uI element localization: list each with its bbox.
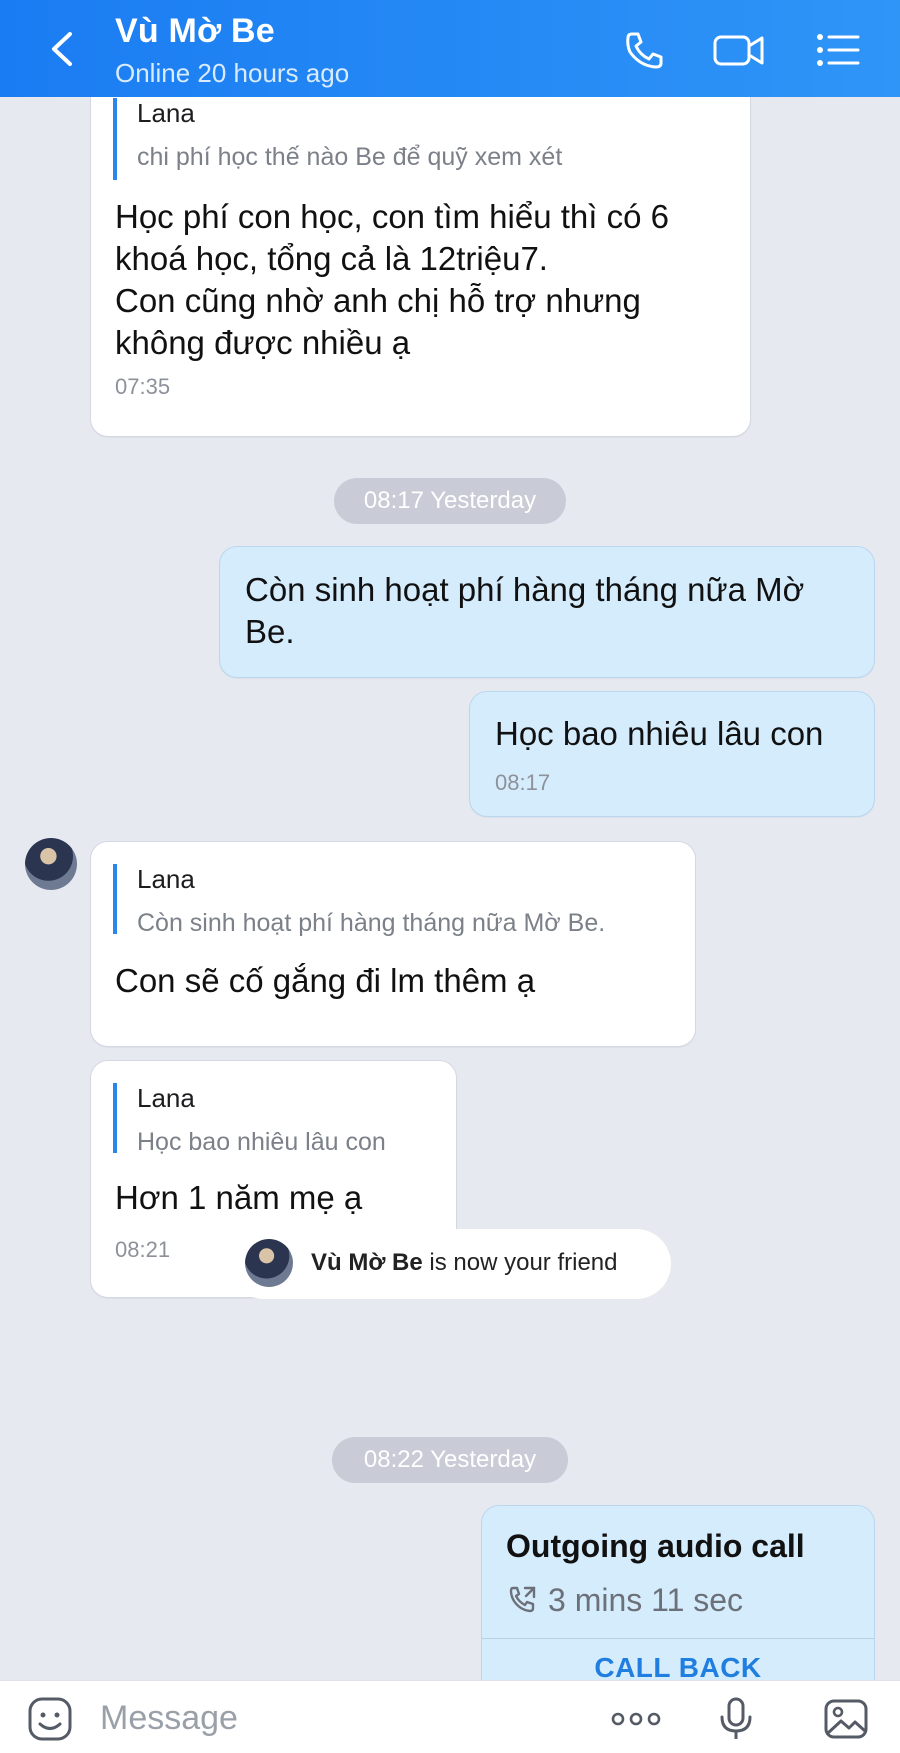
sticker-icon (28, 1697, 72, 1741)
composer-bar (0, 1680, 900, 1753)
message-time: 07:35 (115, 374, 171, 399)
contact-name[interactable]: Vù Mờ Be (115, 12, 275, 51)
call-back-button[interactable]: CALL BACK (482, 1652, 874, 1680)
reply-quote[interactable]: Lana chi phí học thế nào Be để quỹ xem x… (113, 98, 562, 180)
message-input[interactable] (100, 1693, 520, 1743)
more-icon (611, 1712, 661, 1726)
message-text: Con sẽ cố gắng đi lm thêm ạ (115, 962, 536, 999)
received-message[interactable]: Lana Còn sinh hoạt phí hàng tháng nữa Mờ… (90, 841, 696, 1047)
video-icon (713, 35, 764, 66)
back-icon (52, 32, 72, 66)
received-message[interactable]: Lana chi phí học thế nào Be để quỹ xem x… (90, 97, 751, 437)
outgoing-call-icon (509, 1586, 536, 1613)
sent-message[interactable]: Còn sinh hoạt phí hàng tháng nữa Mờ Be. (219, 546, 875, 678)
reply-quote[interactable]: Lana Học bao nhiêu lâu con (113, 1083, 386, 1156)
time-separator: 08:22 Yesterday (332, 1437, 568, 1483)
contact-avatar[interactable] (25, 838, 77, 890)
chat-header: Vù Mờ Be Online 20 hours ago (0, 0, 900, 97)
message-text: Học phí con học, con tìm hiểu thì có 6 k… (115, 198, 669, 361)
call-duration: 3 mins 11 sec (548, 1582, 744, 1618)
friend-notice-suffix: is now your friend (422, 1249, 618, 1276)
back-button[interactable] (44, 26, 84, 72)
call-divider (482, 1638, 874, 1639)
audio-call-button[interactable] (620, 28, 668, 72)
menu-list-icon (817, 34, 860, 66)
message-text: Hơn 1 năm mẹ ạ (115, 1179, 363, 1216)
message-time: 08:21 (115, 1237, 171, 1262)
image-icon (824, 1699, 868, 1739)
voice-button[interactable] (712, 1695, 760, 1743)
quote-author: Lana (137, 98, 195, 128)
phone-icon (626, 32, 663, 69)
message-text: Học bao nhiêu lâu con (495, 715, 824, 752)
chat-options-button[interactable] (814, 28, 862, 72)
sent-message[interactable]: Học bao nhiêu lâu con 08:17 (469, 691, 875, 817)
message-text: Còn sinh hoạt phí hàng tháng nữa Mờ Be. (245, 571, 805, 650)
more-button[interactable] (606, 1695, 666, 1743)
quote-author: Lana (137, 864, 195, 894)
quote-text: Học bao nhiêu lâu con (137, 1128, 386, 1156)
message-list[interactable]: Lana chi phí học thế nào Be để quỹ xem x… (0, 97, 900, 1680)
microphone-icon (720, 1697, 752, 1739)
friend-avatar[interactable] (245, 1239, 293, 1287)
contact-status: Online 20 hours ago (115, 58, 350, 88)
message-time: 08:17 (495, 770, 551, 795)
friend-notice-text: Vù Mờ Be is now your friend (311, 1249, 618, 1277)
video-call-button[interactable] (712, 28, 768, 72)
friend-name[interactable]: Vù Mờ Be (311, 1249, 423, 1276)
call-title: Outgoing audio call (506, 1528, 805, 1564)
call-card[interactable]: Outgoing audio call 3 mins 11 sec CALL B… (481, 1505, 875, 1680)
friend-notice: Vù Mờ Be is now your friend (229, 1229, 671, 1299)
time-separator: 08:17 Yesterday (334, 478, 566, 524)
quote-author: Lana (137, 1083, 195, 1113)
sticker-button[interactable] (26, 1695, 74, 1743)
quote-text: Còn sinh hoạt phí hàng tháng nữa Mờ Be. (137, 909, 606, 937)
quote-text: chi phí học thế nào Be để quỹ xem xét (137, 143, 563, 171)
gallery-button[interactable] (822, 1695, 870, 1743)
reply-quote[interactable]: Lana Còn sinh hoạt phí hàng tháng nữa Mờ… (113, 864, 605, 937)
